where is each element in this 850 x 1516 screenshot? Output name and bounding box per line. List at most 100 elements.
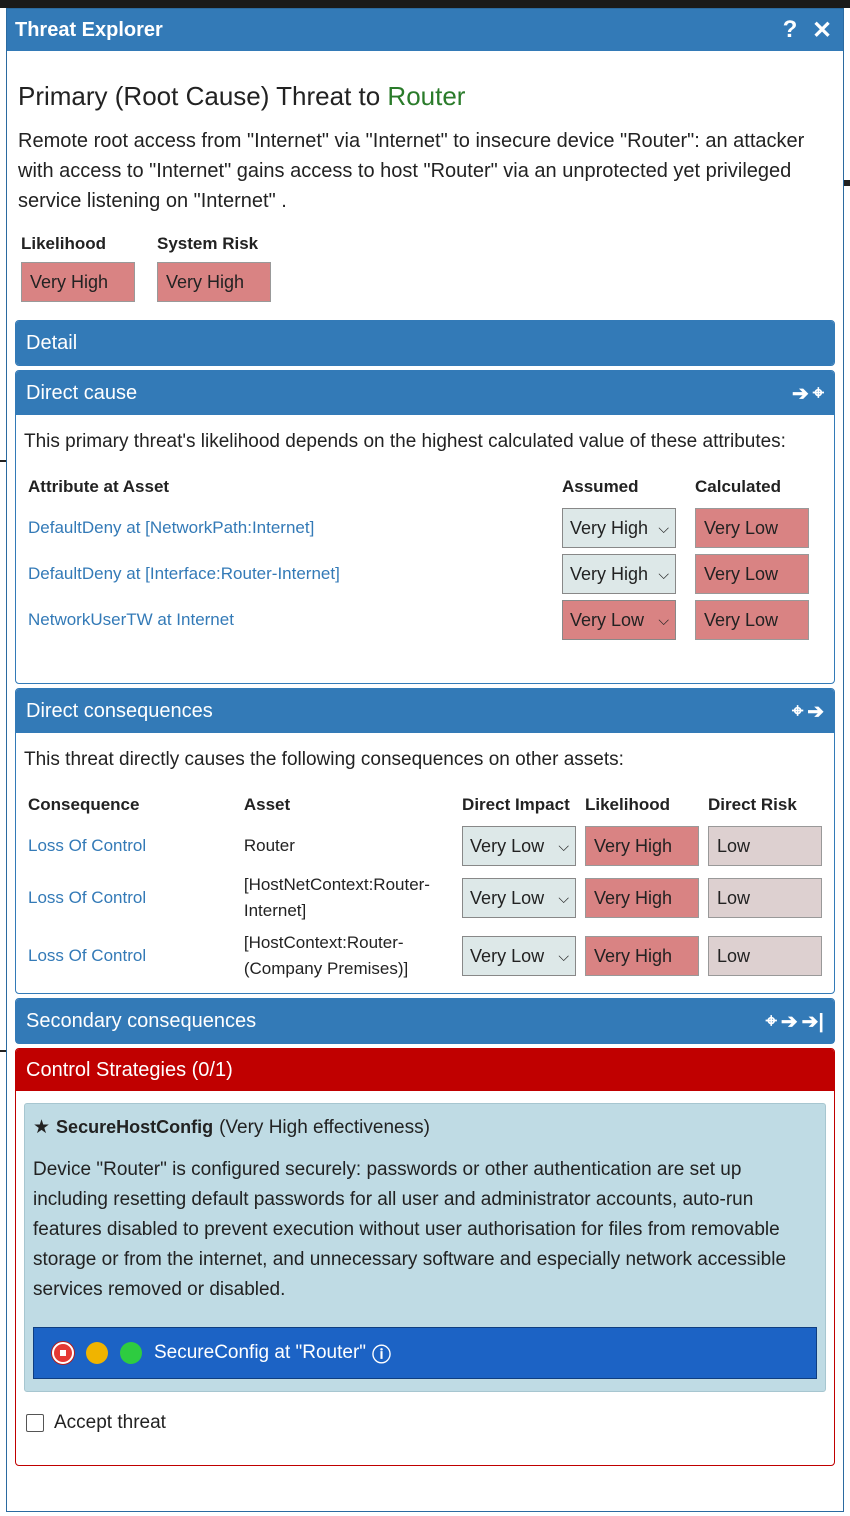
secondary-consequences-heading[interactable]: Secondary consequences ⌖ ➔ ➔|	[16, 999, 834, 1043]
chevron-down-icon: ⌵	[658, 519, 669, 536]
likelihood-cell: Very High	[585, 826, 699, 866]
info-icon[interactable]: ⓘ	[372, 1340, 391, 1367]
assumed-value: Very High	[570, 517, 649, 538]
secondary-consequences-title: Secondary consequences	[26, 1009, 257, 1032]
threat-asset-name: Router	[387, 81, 466, 111]
strategy-name: SecureHostConfig	[56, 1117, 214, 1137]
consequence-link[interactable]: Loss Of Control	[28, 888, 146, 907]
control-strategies-title: Control Strategies (0/1)	[26, 1058, 233, 1081]
col-assumed: Assumed	[562, 477, 639, 496]
likelihood-cell: Very High	[585, 936, 699, 976]
detail-panel: Detail	[15, 320, 835, 366]
detail-title: Detail	[26, 331, 78, 354]
attribute-link[interactable]: NetworkUserTW at Internet	[28, 610, 234, 629]
secondary-consequences-panel: Secondary consequences ⌖ ➔ ➔|	[15, 998, 835, 1044]
assumed-select[interactable]: Very High ⌵	[562, 554, 676, 594]
chevron-down-icon: ⌵	[658, 565, 669, 582]
impact-value: Very Low	[470, 887, 545, 908]
assumed-select[interactable]: Very Low ⌵	[562, 600, 676, 640]
calculated-value: Very Low	[695, 508, 809, 548]
asset-cell: Router	[243, 836, 295, 855]
system-risk-value: Very High	[157, 262, 271, 302]
direct-cause-intro: This primary threat's likelihood depends…	[24, 431, 786, 452]
assumed-value: Very Low	[570, 609, 645, 630]
threat-explorer-dialog: Threat Explorer ? ✕ Primary (Root Cause)…	[6, 8, 844, 1512]
chevron-down-icon: ⌵	[658, 611, 669, 628]
consequence-link[interactable]: Loss Of Control	[28, 836, 146, 855]
crosshair-icon[interactable]: ⌖	[813, 382, 824, 405]
green-status-icon[interactable]	[120, 1342, 142, 1364]
likelihood-value: Very High	[21, 262, 135, 302]
direct-cause-table: Attribute at Asset Assumed Calculated De…	[24, 473, 826, 643]
threat-description: Remote root access from "Internet" via "…	[18, 130, 805, 212]
risk-cell: Low	[708, 936, 822, 976]
star-icon: ★	[33, 1117, 51, 1138]
strategy-description: Device "Router" is configured securely: …	[33, 1159, 787, 1300]
control-row: SecureConfig at "Router" ⓘ	[33, 1327, 817, 1379]
risk-cell: Low	[708, 826, 822, 866]
asset-cell: [HostContext:Router-(Company Premises)]	[243, 933, 409, 978]
arrow-right-icon[interactable]: ➔	[792, 381, 809, 406]
table-row: Loss Of Control [HostNetContext:Router-I…	[24, 869, 826, 927]
accept-threat-row[interactable]: Accept threat	[26, 1412, 834, 1434]
calculated-value: Very Low	[695, 554, 809, 594]
table-row: DefaultDeny at [Interface:Router-Interne…	[24, 551, 826, 597]
direct-cause-panel: Direct cause ➔ ⌖ This primary threat's l…	[15, 370, 835, 684]
attribute-link[interactable]: DefaultDeny at [Interface:Router-Interne…	[28, 564, 340, 583]
consequence-link[interactable]: Loss Of Control	[28, 946, 146, 965]
calculated-value: Very Low	[695, 600, 809, 640]
likelihood-label: Likelihood	[21, 234, 106, 253]
arrow-right-icon[interactable]: ➔	[807, 699, 824, 724]
chevron-down-icon: ⌵	[558, 947, 570, 964]
chevron-down-icon: ⌵	[558, 889, 570, 906]
asset-cell: [HostNetContext:Router-Internet]	[243, 875, 430, 920]
attribute-link[interactable]: DefaultDeny at [NetworkPath:Internet]	[28, 518, 314, 537]
background-fragment	[844, 180, 850, 186]
direct-consequences-heading[interactable]: Direct consequences ⌖ ➔	[16, 689, 834, 733]
system-risk-label: System Risk	[157, 234, 259, 253]
direct-cause-heading[interactable]: Direct cause ➔ ⌖	[16, 371, 834, 415]
col-likelihood: Likelihood	[585, 795, 670, 814]
control-strategies-heading[interactable]: Control Strategies (0/1)	[16, 1049, 834, 1091]
assumed-select[interactable]: Very High ⌵	[562, 508, 676, 548]
likelihood-cell: Very High	[585, 878, 699, 918]
impact-select[interactable]: Very Low ⌵	[462, 826, 577, 866]
dialog-titlebar[interactable]: Threat Explorer ? ✕	[7, 9, 843, 51]
direct-consequences-panel: Direct consequences ⌖ ➔ This threat dire…	[15, 688, 835, 994]
assumed-value: Very High	[570, 563, 649, 584]
help-icon[interactable]: ?	[777, 16, 803, 43]
col-direct-risk: Direct Risk	[708, 795, 797, 814]
threat-summary: Likelihood Very High System Risk Very Hi…	[15, 234, 835, 302]
impact-value: Very Low	[470, 945, 545, 966]
control-strategies-panel: Control Strategies (0/1) ★ SecureHostCon…	[15, 1048, 835, 1466]
direct-cause-title: Direct cause	[26, 381, 138, 404]
table-row: Loss Of Control [HostContext:Router-(Com…	[24, 927, 826, 985]
col-attribute: Attribute at Asset	[28, 477, 170, 496]
stop-status-icon[interactable]	[52, 1342, 74, 1364]
impact-select[interactable]: Very Low ⌵	[462, 936, 577, 976]
col-calculated: Calculated	[695, 477, 781, 496]
risk-cell: Low	[708, 878, 822, 918]
col-consequence: Consequence	[28, 795, 140, 814]
arrow-right-to-bar-icon[interactable]: ➔|	[802, 1009, 824, 1034]
direct-consequences-title: Direct consequences	[26, 699, 213, 722]
amber-status-icon[interactable]	[86, 1342, 108, 1364]
accept-threat-checkbox[interactable]	[26, 1414, 44, 1432]
accept-threat-label: Accept threat	[54, 1412, 166, 1433]
direct-consequences-table: Consequence Asset Direct Impact Likeliho…	[24, 791, 826, 985]
crosshair-icon[interactable]: ⌖	[792, 700, 803, 723]
col-direct-impact: Direct Impact	[462, 795, 570, 814]
threat-heading-prefix: Primary (Root Cause) Threat to	[18, 81, 388, 111]
control-strategy-card: ★ SecureHostConfig (Very High effectiven…	[24, 1103, 826, 1392]
table-row: NetworkUserTW at Internet Very Low ⌵ Very…	[24, 597, 826, 643]
crosshair-icon[interactable]: ⌖	[766, 1010, 777, 1033]
direct-consequences-intro: This threat directly causes the followin…	[24, 749, 624, 770]
background-app-edge	[0, 0, 850, 8]
table-row: Loss Of Control Router Very Low ⌵ Very Hi…	[24, 823, 826, 869]
detail-panel-heading[interactable]: Detail	[16, 321, 834, 365]
strategy-effectiveness: (Very High effectiveness)	[219, 1116, 430, 1138]
arrow-right-icon[interactable]: ➔	[781, 1009, 798, 1034]
close-icon[interactable]: ✕	[809, 17, 835, 44]
chevron-down-icon: ⌵	[558, 837, 570, 854]
impact-select[interactable]: Very Low ⌵	[462, 878, 577, 918]
